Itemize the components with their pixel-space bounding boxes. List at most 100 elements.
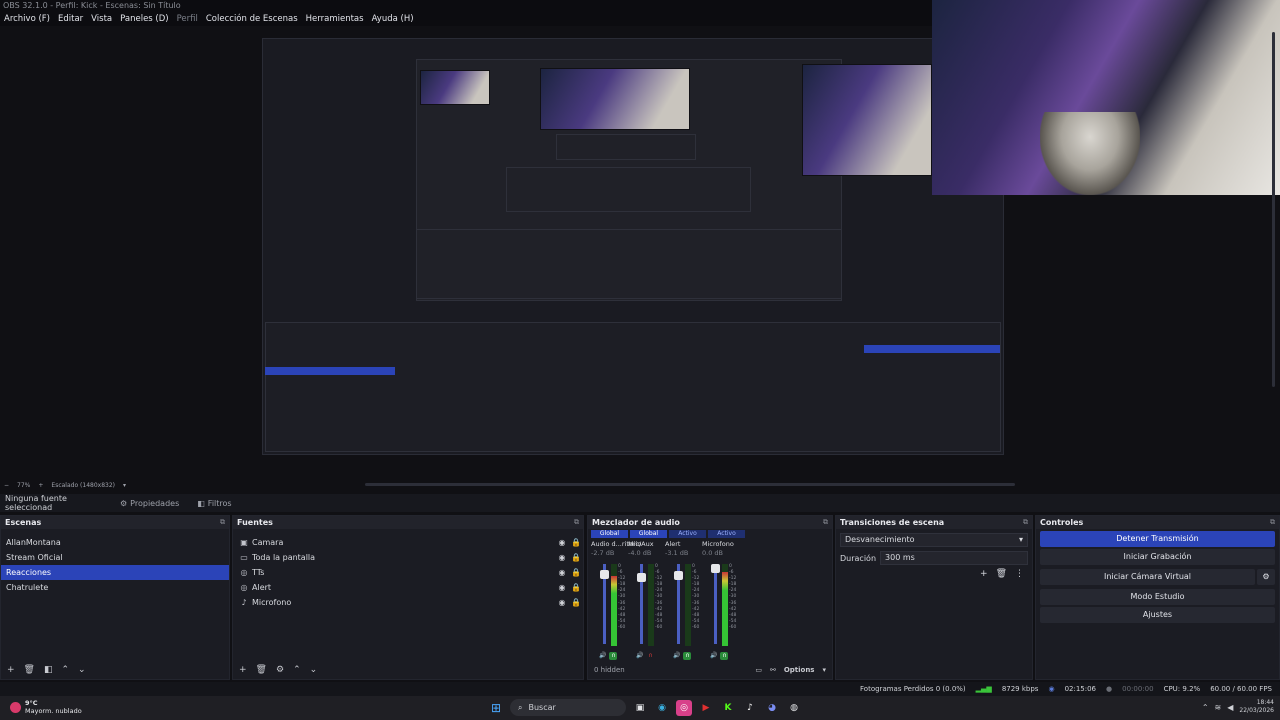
stop-stream-button[interactable]: Detener Transmisión [1040,531,1275,547]
undock-icon[interactable]: ⧉ [823,516,828,529]
properties-button[interactable]: ⚙ Propiedades [114,497,185,510]
eye-icon[interactable]: ◉ [555,553,569,562]
menu-herramientas[interactable]: Herramientas [306,14,364,24]
canvas-scale[interactable]: Escalado (1480x832) [51,482,115,489]
lock-icon[interactable]: 🔒 [569,568,583,577]
fader-handle[interactable] [674,571,683,581]
move-down-icon[interactable]: ⌄ [310,665,318,675]
lock-icon[interactable]: 🔒 [569,583,583,592]
more-icon[interactable]: ⋮ [1015,569,1024,579]
options-button[interactable]: Options [784,666,815,674]
move-down-icon[interactable]: ⌄ [78,665,86,675]
zoom-in-button[interactable]: + [38,482,43,489]
chevron-down-icon[interactable]: ▾ [123,482,126,489]
add-icon[interactable]: + [239,665,247,675]
eye-icon[interactable]: ◉ [555,583,569,592]
scene-item[interactable]: Stream Oficial [1,550,229,565]
source-item[interactable]: ◎ TTs ◉ 🔒 [233,565,583,580]
edge-icon[interactable]: ◉ [654,700,670,716]
source-item[interactable]: ♪ Microfono ◉ 🔒 [233,595,583,610]
tab-activo[interactable]: Activo [708,530,745,538]
clock[interactable]: 18:44 22/03/2026 [1239,699,1274,715]
menu-coleccion-escenas[interactable]: Colección de Escenas [206,14,298,24]
windows-start-icon[interactable]: ⊞ [488,700,504,716]
start-virtual-cam-button[interactable]: Iniciar Cámara Virtual [1040,569,1255,585]
tab-global[interactable]: Global [630,530,667,538]
gear-icon[interactable]: ⚙ [276,665,284,675]
speaker-icon[interactable]: 🔊 [599,652,606,660]
move-up-icon[interactable]: ⌃ [62,665,70,675]
trash-icon[interactable]: 🗑 [256,665,267,675]
menu-paneles[interactable]: Paneles (D) [120,14,168,24]
trash-icon[interactable]: 🗑 [996,569,1007,579]
add-icon[interactable]: + [980,569,988,579]
chevron-up-icon[interactable]: ⌃ [1202,703,1209,712]
speaker-icon[interactable]: 🔊 [636,652,643,660]
task-view-icon[interactable]: ▣ [632,700,648,716]
volume-icon[interactable]: ◀ [1227,703,1233,712]
channel-name[interactable]: Mic/Aux [628,540,664,549]
menu-editar[interactable]: Editar [58,14,83,24]
volume-fader[interactable] [714,564,717,644]
source-item[interactable]: ▭ Toda la pantalla ◉ 🔒 [233,550,583,565]
filters-button[interactable]: ◧ Filtros [191,497,237,510]
virtual-cam-settings-button[interactable]: ⚙ [1257,569,1275,585]
headphones-icon[interactable]: ∩ [720,652,729,660]
scene-item[interactable]: AllanMontana [1,535,229,550]
wifi-icon[interactable]: ≋ [1215,703,1222,712]
discord-icon[interactable]: ◕ [764,700,780,716]
undock-icon[interactable]: ⧉ [220,516,225,529]
headphones-icon[interactable]: ∩ [609,652,618,660]
source-item[interactable]: ◎ Alert ◉ 🔒 [233,580,583,595]
lock-icon[interactable]: 🔒 [569,538,583,547]
fader-handle[interactable] [637,572,646,582]
channel-name[interactable]: Alert [665,540,701,549]
fader-handle[interactable] [711,564,720,573]
speaker-icon[interactable]: 🔊 [673,652,680,660]
undock-icon[interactable]: ⧉ [1023,516,1028,529]
channel-name[interactable]: Audio d...ritorio [591,540,641,549]
lock-icon[interactable]: 🔒 [569,598,583,607]
obs-icon[interactable]: ◍ [786,700,802,716]
eye-icon[interactable]: ◉ [555,568,569,577]
start-recording-button[interactable]: Iniciar Grabación [1040,549,1275,565]
fader-handle[interactable] [600,569,609,579]
menu-ayuda[interactable]: Ayuda (H) [372,14,414,24]
menu-archivo[interactable]: Archivo (F) [4,14,50,24]
zoom-level[interactable]: 77% [17,482,30,489]
link-icon[interactable]: ⚯ [770,666,776,674]
studio-mode-button[interactable]: Modo Estudio [1040,589,1275,605]
scene-item-selected[interactable]: Reacciones [1,565,229,580]
duration-field[interactable]: 300 ms [880,551,1028,565]
scene-item[interactable]: Chatrulete [1,580,229,595]
add-icon[interactable]: + [7,665,15,675]
instagram-icon[interactable]: ◎ [676,699,692,716]
filter-icon[interactable]: ◧ [44,665,53,675]
chevron-down-icon[interactable]: ▾ [822,666,826,674]
tab-global[interactable]: Global [591,530,628,538]
taskbar-search[interactable]: ⌕ Buscar [510,699,626,716]
speaker-icon[interactable]: 🔊 [710,652,717,660]
source-item[interactable]: ▣ Camara ◉ 🔒 [233,535,583,550]
kick-icon[interactable]: K [720,700,736,716]
transition-select[interactable]: Desvanecimiento ▾ [840,533,1028,547]
weather-widget[interactable]: 9°C Mayorm. nublado [10,699,82,715]
eye-icon[interactable]: ◉ [555,538,569,547]
trash-icon[interactable]: 🗑 [24,665,35,675]
tiktok-icon[interactable]: ♪ [742,700,758,716]
undock-icon[interactable]: ⧉ [574,516,579,529]
headphones-icon[interactable]: ∩ [683,652,692,660]
youtube-icon[interactable]: ▶ [698,700,714,716]
menu-vista[interactable]: Vista [91,14,112,24]
move-up-icon[interactable]: ⌃ [293,665,301,675]
zoom-out-button[interactable]: − [4,482,9,489]
tab-activo[interactable]: Activo [669,530,706,538]
headphones-icon[interactable]: ∩ [646,652,654,660]
undock-icon[interactable]: ⧉ [1270,516,1275,529]
eye-icon[interactable]: ◉ [555,598,569,607]
channel-name[interactable]: Microfono [702,540,738,549]
layout-icon[interactable]: ▭ [755,666,762,674]
preview-scrollbar-vertical[interactable] [1272,32,1275,387]
settings-button[interactable]: Ajustes [1040,607,1275,623]
lock-icon[interactable]: 🔒 [569,553,583,562]
